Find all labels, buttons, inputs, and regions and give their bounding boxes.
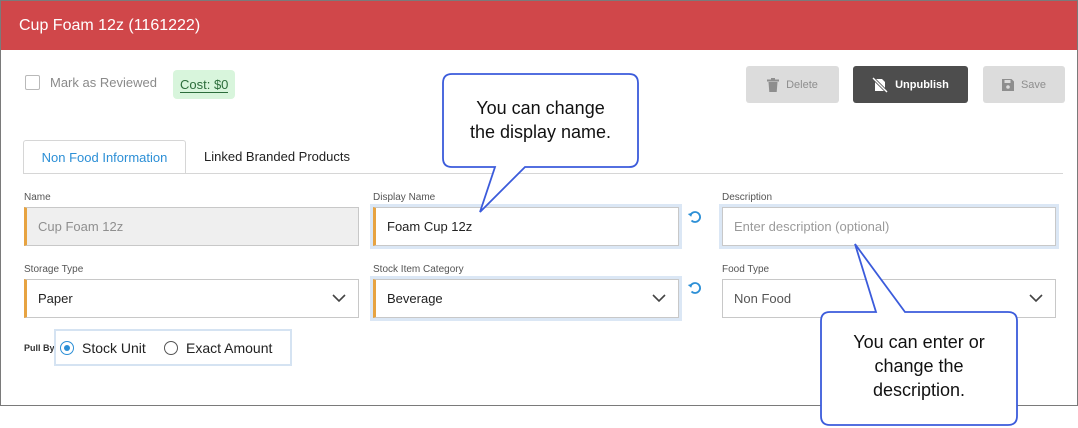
callout-line: change the bbox=[874, 356, 964, 376]
display-name-callout-text: You can change the display name. bbox=[445, 96, 636, 144]
callout-line: description. bbox=[872, 380, 966, 400]
description-callout-text: You can enter or change the description. bbox=[823, 330, 1015, 402]
callout-line: You can enter or bbox=[853, 332, 985, 352]
callout-line: the display name. bbox=[469, 122, 612, 142]
callout-line: You can change bbox=[476, 98, 605, 118]
